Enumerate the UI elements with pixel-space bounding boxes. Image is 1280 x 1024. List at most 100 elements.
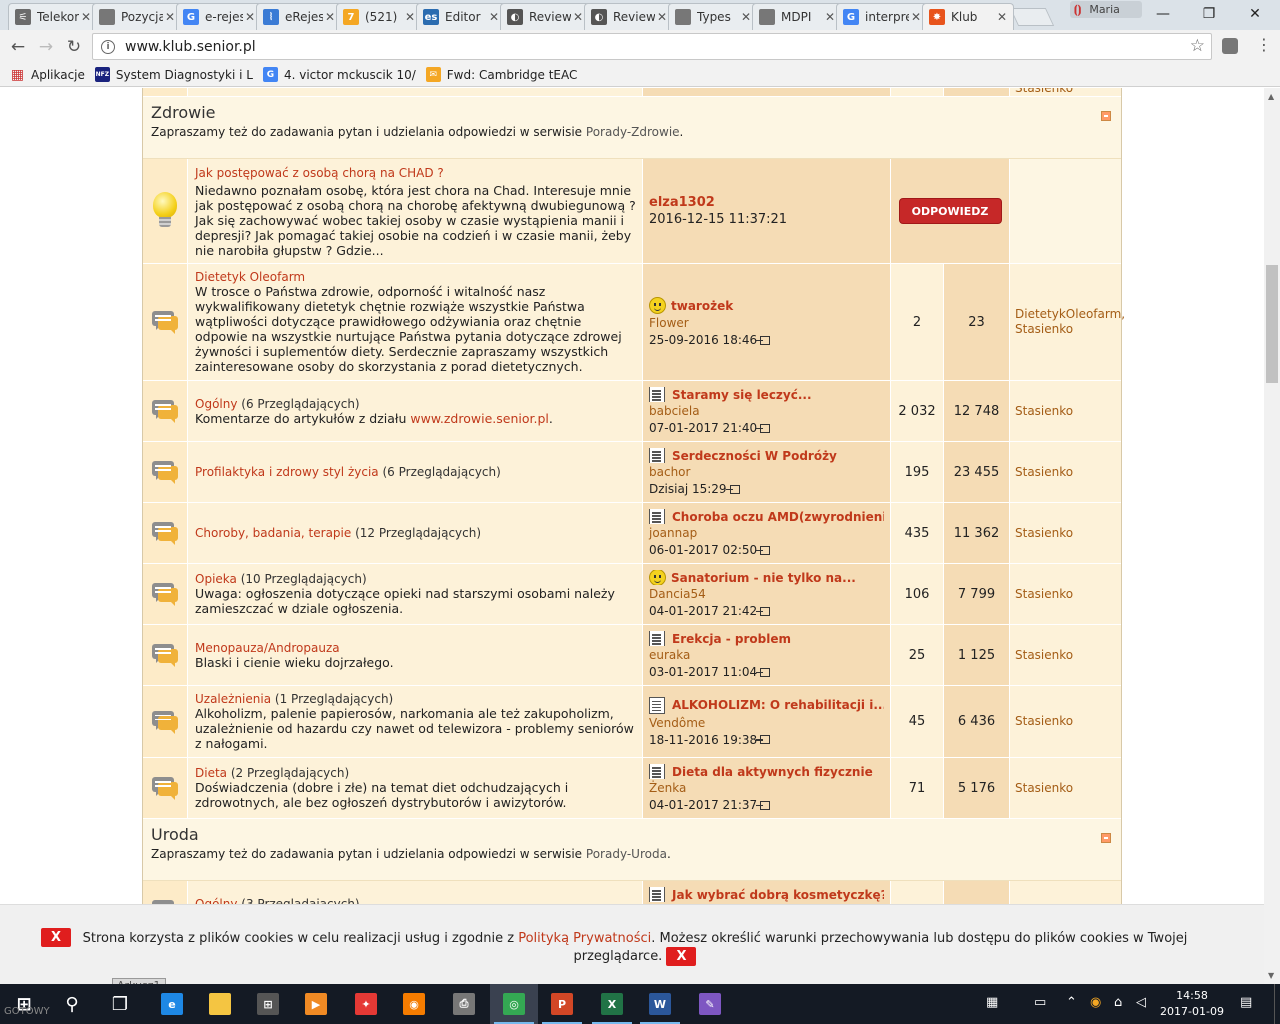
antivirus-icon[interactable]: ◉ (1090, 995, 1101, 1010)
last-post-author[interactable]: euraka (649, 648, 884, 662)
taskbar-clock[interactable]: 14:58 2017-01-09 (1158, 988, 1226, 1020)
forum-title-link[interactable]: Ogólny (195, 897, 237, 905)
porady-link[interactable]: Porady-Uroda (586, 847, 667, 861)
browser-tab[interactable]: 7 (521) ✕ (336, 3, 422, 30)
moderators[interactable]: Stasienko (1010, 758, 1121, 818)
moderators[interactable]: Stasienko (1010, 381, 1121, 441)
last-post-author[interactable]: Dancia54 (649, 587, 884, 601)
forum-title-link[interactable]: Ogólny (195, 397, 237, 411)
moderators[interactable]: Stasienko (1010, 686, 1121, 757)
go-to-post-icon[interactable] (756, 667, 771, 677)
puzzle-app-icon[interactable]: ✦ (342, 984, 390, 1024)
network-icon[interactable]: ⌂ (1114, 995, 1122, 1010)
browser-tab[interactable]: Pozycja ✕ (92, 3, 182, 30)
forum-title-link[interactable]: Uzależnienia (195, 692, 271, 706)
file-explorer-icon[interactable] (196, 984, 244, 1024)
bookmark-star-icon[interactable]: ☆ (1190, 36, 1205, 56)
section-title[interactable]: Zdrowie (151, 103, 1113, 122)
moderators[interactable]: Stasienko (1010, 625, 1121, 685)
vertical-scrollbar[interactable]: ▲ ▼ (1264, 88, 1280, 984)
last-post-author[interactable]: bachor (649, 465, 884, 479)
task-view-icon[interactable]: ❐ (96, 984, 144, 1024)
firefox-icon[interactable]: ◉ (390, 984, 438, 1024)
extension-icon[interactable] (1222, 38, 1238, 54)
bookmark-item[interactable]: ▦ Aplikacje (10, 67, 85, 83)
porady-link[interactable]: Porady-Zdrowie (586, 125, 680, 139)
last-post-title[interactable]: Serdeczności W Podróży (649, 448, 884, 463)
last-post-title[interactable]: Choroba oczu AMD(zwyrodnienie... (649, 509, 884, 524)
excel-icon[interactable]: X (588, 984, 636, 1024)
tab-close-icon[interactable]: ✕ (997, 10, 1007, 24)
forum-title-link[interactable]: Opieka (195, 572, 237, 586)
keyboard-icon[interactable]: ▭ (1034, 995, 1046, 1010)
last-post-title[interactable]: Jak wybrać dobrą kosmetyczkę?... (649, 887, 884, 902)
forum-title-link[interactable]: Choroby, badania, terapie (195, 526, 351, 540)
moderators[interactable]: Stasienko (1010, 503, 1121, 563)
browser-tab[interactable]: Ge-rejestracja✕ (176, 3, 262, 30)
go-to-post-icon[interactable] (756, 545, 771, 555)
forward-button[interactable]: → (34, 35, 58, 59)
moderators[interactable]: Stasienko (1010, 564, 1121, 624)
media-player-icon[interactable]: ▶ (292, 984, 340, 1024)
forum-desc-link[interactable]: www.zdrowie.senior.pl (410, 411, 548, 426)
browser-tab[interactable]: ✸ Klub ✕ (922, 3, 1014, 30)
scrollbar-thumb[interactable] (1266, 265, 1278, 383)
printer-icon[interactable]: ⎙ (440, 984, 488, 1024)
browser-tab[interactable]: MDPI ✕ (752, 3, 842, 30)
scroll-up-icon[interactable]: ▲ (1268, 92, 1274, 101)
show-desktop-button[interactable] (1274, 984, 1280, 1024)
tab-close-icon[interactable]: ✕ (81, 10, 91, 24)
forum-title-link[interactable]: Dietetyk Oleofarm (195, 270, 305, 284)
store-icon[interactable]: ⊞ (244, 984, 292, 1024)
privacy-policy-link[interactable]: Polityką Prywatności (518, 931, 651, 946)
go-to-post-icon[interactable] (756, 735, 771, 744)
search-icon[interactable]: ⚲ (48, 984, 96, 1024)
powerpoint-icon[interactable]: P (538, 984, 586, 1024)
featured-title-link[interactable]: Jak postępować z osobą chorą na CHAD ? (195, 166, 636, 180)
last-post-author[interactable]: Żenka (649, 781, 884, 795)
bookmark-item[interactable]: ✉ Fwd: Cambridge tEAC (425, 67, 577, 82)
paint-icon[interactable]: ✎ (686, 984, 734, 1024)
featured-author[interactable]: elza1302 (649, 195, 884, 210)
browser-tab[interactable]: es Editor ✕ (416, 3, 506, 30)
browser-menu-icon[interactable]: ⋮ (1254, 35, 1274, 57)
go-to-post-icon[interactable] (756, 800, 771, 810)
forum-title-link[interactable]: Profilaktyka i zdrowy styl życia (195, 465, 379, 479)
last-post-author[interactable]: Flower (649, 316, 884, 330)
go-to-post-icon[interactable] (756, 606, 771, 616)
last-post-author[interactable]: joannap (649, 526, 884, 540)
site-info-icon[interactable]: i (101, 39, 115, 54)
tab-close-icon[interactable]: ✕ (245, 10, 255, 24)
last-post-title[interactable]: ALKOHOLIZM: O rehabilitacji i... (649, 696, 884, 714)
tab-close-icon[interactable]: ✕ (657, 10, 667, 24)
forum-title-link[interactable]: Dieta (195, 766, 227, 780)
moderator-link[interactable]: Stasienko (1010, 88, 1121, 96)
last-post-author[interactable]: Vendôme (649, 716, 884, 730)
word-icon[interactable]: W (636, 984, 684, 1024)
cookie-close-button[interactable]: X (666, 947, 697, 966)
scroll-down-icon[interactable]: ▼ (1268, 971, 1274, 980)
bookmark-item[interactable]: G 4. victor mckuscik 10/ (262, 67, 416, 82)
last-post-title[interactable]: Sanatorium - nie tylko na... (649, 570, 884, 585)
collapse-icon[interactable] (1101, 833, 1111, 843)
browser-tab[interactable]: ◐ Review ✕ (500, 3, 590, 30)
bookmark-item[interactable]: NFZ System Diagnostyki i L (94, 67, 253, 82)
back-button[interactable]: ← (6, 35, 30, 59)
volume-icon[interactable]: ◁ (1136, 995, 1146, 1010)
last-post-title[interactable]: Erekcja - problem (649, 631, 884, 646)
notifications-icon[interactable]: ▤ (1240, 995, 1252, 1010)
browser-tab[interactable]: ◐ Review ✕ (584, 3, 674, 30)
last-post-author[interactable]: babciela (649, 404, 884, 418)
profile-button[interactable]: ⦗⦘ Maria (1070, 1, 1142, 18)
tab-close-icon[interactable]: ✕ (741, 10, 751, 24)
address-bar[interactable]: i www.klub.senior.pl ☆ (92, 33, 1212, 60)
browser-tab[interactable]: Types ✕ (668, 3, 758, 30)
forum-title-link[interactable]: Menopauza/Andropauza (195, 641, 340, 655)
section-title[interactable]: Uroda (151, 825, 1113, 844)
browser-tab[interactable]: ⚟ Telekomunikacja✕ (8, 3, 98, 30)
last-post-title[interactable]: Staramy się leczyć... (649, 387, 884, 402)
minimize-button[interactable]: — (1140, 2, 1186, 26)
cookie-dismiss-button[interactable]: X (41, 928, 71, 947)
tab-close-icon[interactable]: ✕ (573, 10, 583, 24)
moderators[interactable]: DietetykOleofarm, Stasienko (1010, 264, 1125, 380)
